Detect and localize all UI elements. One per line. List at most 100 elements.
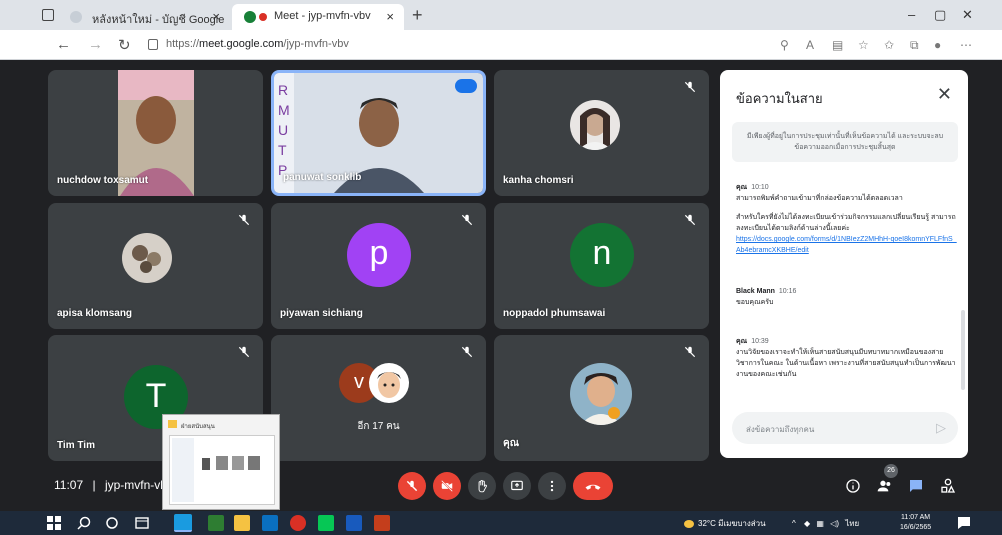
favorite-icon[interactable]: ☆ [858,38,869,52]
new-tab-icon[interactable]: + [412,5,423,26]
message-text: สามารถพิมพ์คำถามเข้ามาที่กล่องข้อความได้… [736,195,903,202]
tab-google-account[interactable]: หลังหน้าใหม่ - บัญชี Google × [58,4,230,30]
mic-off-icon [683,80,697,94]
minimize-icon[interactable]: – [908,7,915,22]
powerpoint-icon[interactable] [374,515,390,531]
participant-tile[interactable]: p piyawan sichiang [271,203,486,329]
participant-photo [122,233,172,283]
participant-tile[interactable]: nuchdow toxsamut [48,70,263,196]
participant-tile[interactable]: kanha chomsri [494,70,709,196]
present-icon [511,480,523,491]
participant-tile-active-speaker[interactable]: R M U T P panuwat sonklib [271,70,486,196]
more-menu-icon[interactable]: ⋯ [960,38,972,52]
mic-off-icon [460,345,474,359]
url-path: /jyp-mvfn-vbv [283,38,349,50]
meeting-info-button[interactable] [845,478,861,499]
chat-message: Black Mann 10:16 ขอบคุณครับ [736,286,958,308]
separator: | [92,478,96,492]
chat-title: ข้อความในสาย [736,91,823,106]
speaking-indicator-icon [455,79,477,93]
raise-hand-button[interactable] [468,472,496,500]
url-host: meet.google.com [199,38,284,50]
mail-icon[interactable] [262,515,278,531]
send-icon[interactable]: ▷ [936,420,946,436]
task-view-icon[interactable] [134,515,150,531]
chat-panel: ข้อความในสาย ✕ มีเพียงผู้ที่อยู่ในการประ… [720,70,968,458]
participant-tile[interactable]: apisa klomsang [48,203,263,329]
search-icon[interactable] [76,515,92,531]
input-language[interactable]: ไทย [845,519,859,528]
participant-name: Tim Tim [57,440,95,451]
chat-message-input[interactable]: ส่งข้อความถึงทุกคน ▷ [732,412,958,444]
immersive-reader-icon[interactable]: ▤ [832,38,843,52]
participant-tile-self[interactable]: คุณ [494,335,709,461]
collections-icon[interactable]: ⧉ [910,38,919,53]
mic-toggle-button[interactable] [398,472,426,500]
recording-icon [259,13,267,21]
message-time: 10:16 [778,288,797,295]
participant-name: nuchdow toxsamut [57,175,149,186]
chat-button[interactable] [908,478,924,499]
favorites-bar-icon[interactable]: ✩ [884,38,894,52]
word-icon[interactable] [346,515,362,531]
weather-widget[interactable]: 32°C มีเมฆบางส่วน [684,517,766,530]
message-text: งานวิจัยของเราจะทำให้เห็นสายสนับสนุนมีบท… [736,349,956,378]
mic-off-icon [406,480,418,492]
participant-photo [570,100,620,150]
reload-icon[interactable]: ↻ [118,36,131,54]
chat-scrollbar[interactable] [961,310,965,390]
line-icon[interactable] [318,515,334,531]
tab-title: Meet - jyp-mvfn-vbv [274,10,371,22]
system-tray-icons[interactable]: ^ ◆ ▦ ◁) ไทย [792,517,859,530]
message-sender: คุณ [736,338,748,345]
tab-title: หลังหน้าใหม่ - บัญชี Google [92,14,225,26]
activities-icon [941,478,956,493]
participant-name: คุณ [503,438,519,449]
tab-close-icon[interactable]: × [212,9,220,24]
cortana-icon[interactable] [104,515,120,531]
people-button[interactable] [876,478,894,499]
chevron-up-icon[interactable]: ^ [792,519,796,528]
activities-button[interactable] [940,478,956,499]
participant-avatar-cartoon [369,363,409,403]
read-aloud-icon[interactable]: A [806,38,814,52]
close-window-icon[interactable]: ✕ [962,7,973,23]
url-scheme: https:// [166,38,200,50]
participant-tile[interactable]: n noppadol phumsawai [494,203,709,329]
more-options-button[interactable] [538,472,566,500]
tab-close-icon[interactable]: × [386,9,394,24]
url-field[interactable]: https://meet.google.com/jyp-mvfn-vbv [166,38,349,50]
start-icon[interactable] [46,515,62,531]
present-button[interactable] [503,472,531,500]
window-icon[interactable] [42,9,54,21]
people-icon [877,480,891,492]
lock-icon[interactable] [148,39,158,50]
mic-permission-icon[interactable]: ⚲ [780,38,789,52]
spreadsheet-app-icon[interactable] [208,515,224,531]
mic-off-icon [237,345,251,359]
message-sender: Black Mann [736,288,775,295]
close-icon[interactable]: ✕ [937,84,952,105]
tab-meet[interactable]: Meet - jyp-mvfn-vbv × [232,4,404,30]
maximize-icon[interactable]: ▢ [934,7,946,23]
others-tile[interactable]: v อีก 17 คน [271,335,486,461]
forward-icon[interactable]: → [88,36,103,53]
volume-icon[interactable]: ◁) [830,519,839,528]
tab-favicon-icon [70,11,82,23]
chat-input-placeholder: ส่งข้อความถึงทุกคน [746,425,815,434]
taskbar-date: 16/6/2565 [900,524,932,531]
leave-call-button[interactable] [573,472,613,500]
taskbar-clock[interactable]: 11:07 AM 16/6/2565 [900,513,931,533]
profile-icon[interactable]: ● [934,38,941,52]
chrome-icon[interactable] [290,515,306,531]
participant-photo [570,363,632,425]
edge-icon[interactable] [174,514,192,532]
taskbar-window-preview[interactable]: ฝ่ายสนับสนุน [162,414,280,510]
notification-icon[interactable] [956,515,972,531]
camera-toggle-button[interactable] [433,472,461,500]
security-icon[interactable]: ◆ [804,519,810,528]
message-link[interactable]: https://docs.google.com/forms/d/1NBIezZ2… [736,234,958,256]
file-explorer-icon[interactable] [234,515,250,531]
back-icon[interactable]: ← [56,36,71,53]
network-icon[interactable]: ▦ [816,519,824,528]
